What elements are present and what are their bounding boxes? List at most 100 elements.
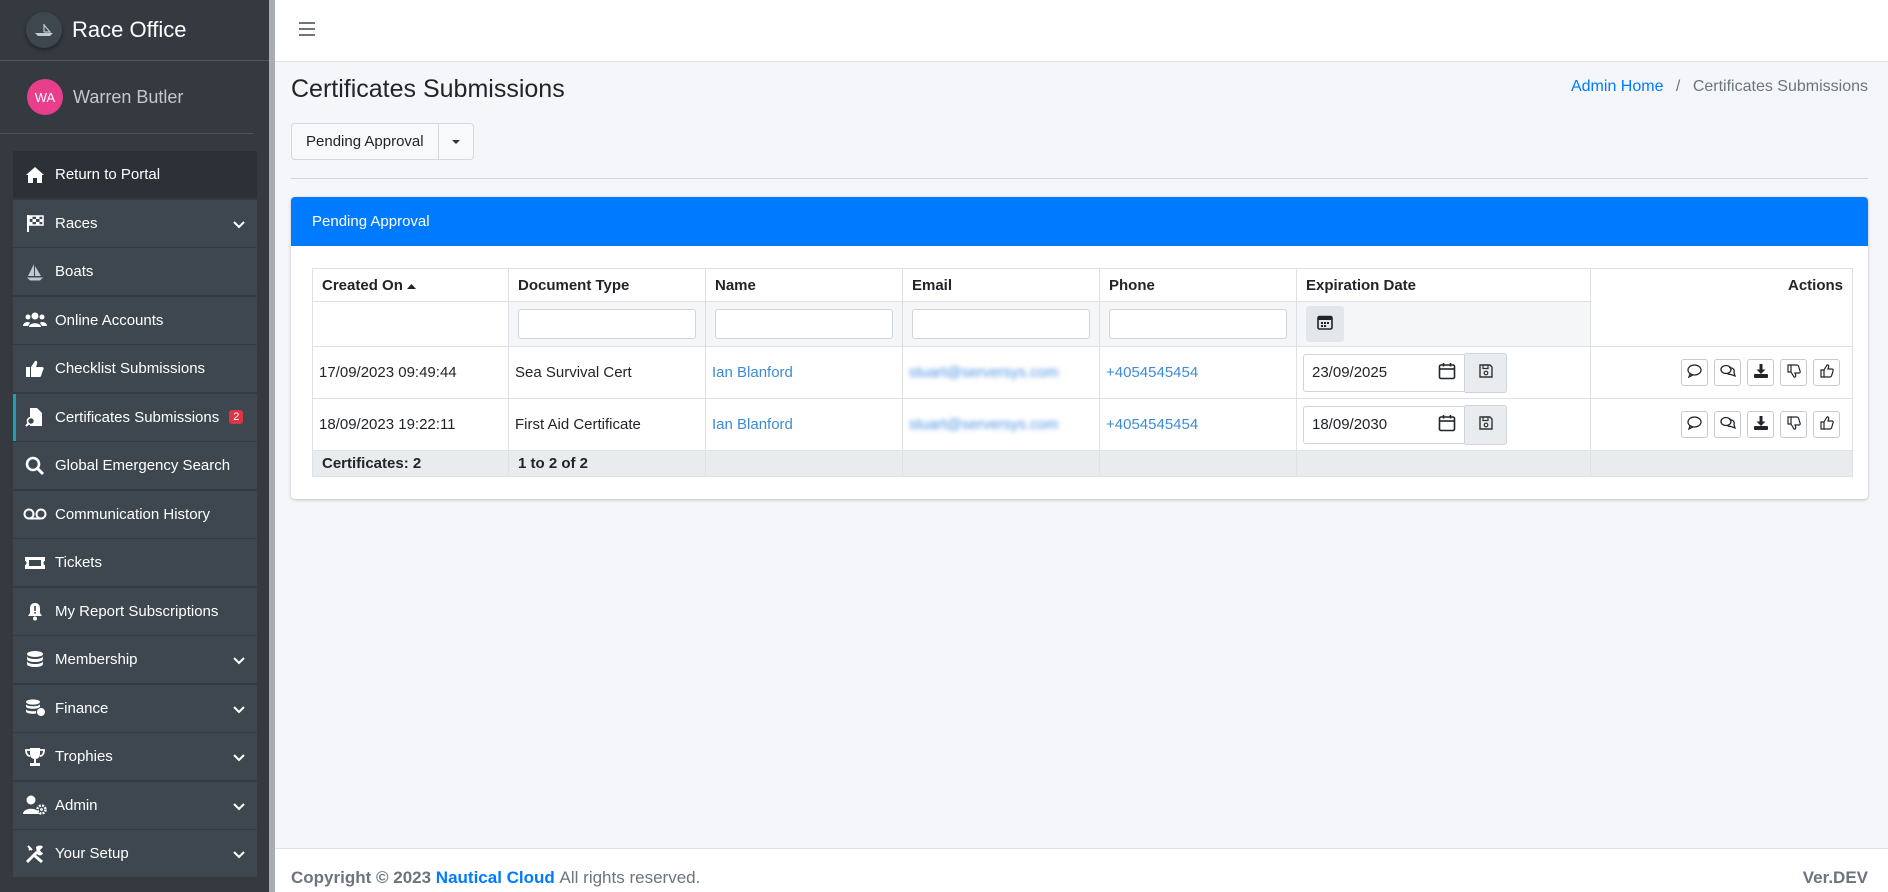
brand[interactable]: Race Office bbox=[0, 0, 269, 61]
sidebar-item-my-report-subscriptions[interactable]: My Report Subscriptions bbox=[13, 587, 257, 635]
sidebar-item-communication-history[interactable]: Communication History bbox=[13, 490, 257, 538]
calendar-icon bbox=[1317, 314, 1333, 334]
user-panel[interactable]: WA Warren Butler bbox=[0, 61, 253, 134]
row-actions bbox=[1597, 411, 1846, 438]
download-icon bbox=[1753, 363, 1768, 382]
sidebar-item-label: Communication History bbox=[55, 505, 211, 523]
reject-button[interactable] bbox=[1780, 411, 1807, 438]
cell-name-link[interactable]: Ian Blanford bbox=[705, 346, 903, 399]
page-title: Certificates Submissions bbox=[291, 75, 565, 103]
chevron-down-icon bbox=[233, 749, 245, 766]
card-header: Pending Approval bbox=[291, 197, 1868, 246]
save-expiration-button[interactable] bbox=[1465, 352, 1507, 393]
approve-button[interactable] bbox=[1813, 411, 1840, 438]
breadcrumb-home-link[interactable]: Admin Home bbox=[1571, 78, 1663, 95]
column-header-document-type[interactable]: Document Type bbox=[508, 268, 706, 302]
comments-button[interactable] bbox=[1714, 359, 1741, 386]
sidebar-item-boats[interactable]: Boats bbox=[13, 248, 257, 295]
sidebar-item-global-emergency-search[interactable]: Global Emergency Search bbox=[13, 442, 257, 489]
expiration-date-value: 23/09/2025 bbox=[1312, 364, 1388, 381]
cell-email-link[interactable]: stuart@serversys.com bbox=[902, 346, 1100, 399]
sidebar-item-label: Admin bbox=[55, 796, 98, 814]
sidebar-item-your-setup[interactable]: Your Setup bbox=[13, 830, 257, 877]
chevron-down-icon bbox=[233, 846, 245, 863]
cell-phone-link[interactable]: +4054545454 bbox=[1099, 398, 1297, 451]
column-header-email[interactable]: Email bbox=[902, 268, 1100, 302]
filter-cell bbox=[1099, 301, 1297, 347]
column-header-phone[interactable]: Phone bbox=[1099, 268, 1297, 302]
expiration-date-input[interactable]: 23/09/2025 bbox=[1303, 353, 1465, 392]
trophy-icon bbox=[23, 745, 47, 769]
cell-expiration: 18/09/2030 bbox=[1296, 398, 1591, 451]
expiration-date-filter-button[interactable] bbox=[1306, 306, 1344, 342]
sidebar-item-checklist-submissions[interactable]: Checklist Submissions bbox=[13, 345, 257, 392]
sidebar-item-label: Races bbox=[55, 214, 98, 232]
home-icon bbox=[23, 163, 47, 187]
cell-created-on: 17/09/2023 09:49:44 bbox=[312, 346, 509, 399]
cell-actions bbox=[1590, 398, 1853, 451]
comment-icon bbox=[1687, 363, 1702, 382]
company-link[interactable]: Nautical Cloud bbox=[436, 868, 555, 887]
cell-document-type: Sea Survival Cert bbox=[508, 346, 706, 399]
status-filter-dropdown: Pending Approval bbox=[291, 123, 474, 160]
copyright: Copyright © 2023 Nautical Cloud All righ… bbox=[291, 868, 700, 888]
sidebar-item-membership[interactable]: Membership bbox=[13, 636, 257, 683]
comment-button[interactable] bbox=[1681, 411, 1708, 438]
cell-actions bbox=[1590, 346, 1853, 399]
save-expiration-button[interactable] bbox=[1465, 404, 1507, 445]
expiration-date-value: 18/09/2030 bbox=[1312, 416, 1388, 433]
cell-email-link[interactable]: stuart@serversys.com bbox=[902, 398, 1100, 451]
cell-phone-link[interactable]: +4054545454 bbox=[1099, 346, 1297, 399]
email-filter-input[interactable] bbox=[912, 309, 1090, 339]
top-navbar bbox=[275, 0, 1888, 62]
phone-filter-input[interactable] bbox=[1109, 309, 1287, 339]
sidebar-item-label: My Report Subscriptions bbox=[55, 602, 219, 620]
document-type-filter-input[interactable] bbox=[518, 309, 696, 339]
column-header-created-on[interactable]: Created On bbox=[312, 268, 509, 302]
avatar: WA bbox=[27, 79, 63, 115]
download-button[interactable] bbox=[1747, 359, 1774, 386]
calendar-icon bbox=[1438, 362, 1456, 384]
users-icon bbox=[23, 308, 47, 332]
filter-cell-empty bbox=[312, 301, 509, 347]
download-button[interactable] bbox=[1747, 411, 1774, 438]
sidebar-item-certificates-submissions[interactable]: Certificates Submissions 2 bbox=[13, 393, 257, 441]
reject-button[interactable] bbox=[1780, 359, 1807, 386]
caret-down-icon[interactable] bbox=[439, 124, 473, 159]
chevron-down-icon bbox=[233, 798, 245, 815]
sidebar-item-return-to-portal[interactable]: Return to Portal bbox=[13, 151, 257, 198]
save-icon bbox=[1478, 415, 1493, 434]
comments-button[interactable] bbox=[1714, 411, 1741, 438]
coins-icon bbox=[23, 648, 47, 672]
column-header-expiration-date[interactable]: Expiration Date bbox=[1296, 268, 1591, 302]
summary-cell bbox=[902, 450, 1100, 477]
page-footer: Copyright © 2023 Nautical Cloud All righ… bbox=[275, 848, 1888, 892]
sidebar-item-tickets[interactable]: Tickets bbox=[13, 539, 257, 586]
certificates-count: Certificates: 2 bbox=[312, 450, 509, 477]
hamburger-menu-icon[interactable] bbox=[299, 20, 317, 38]
table-row[interactable]: 17/09/2023 09:49:44 Sea Survival Cert Ia… bbox=[312, 346, 1853, 399]
table-row[interactable]: 18/09/2023 19:22:11 First Aid Certificat… bbox=[312, 398, 1853, 451]
sidebar-item-trophies[interactable]: Trophies bbox=[13, 733, 257, 780]
sidebar-item-label: Online Accounts bbox=[55, 311, 164, 329]
thumbs-up-icon bbox=[1819, 415, 1834, 434]
expiration-date-input[interactable]: 18/09/2030 bbox=[1303, 405, 1465, 444]
sidebar-item-finance[interactable]: Finance bbox=[13, 684, 257, 732]
thumbs-up-icon bbox=[23, 357, 47, 381]
expiration-date-field: 23/09/2025 bbox=[1303, 352, 1584, 393]
status-filter-button[interactable]: Pending Approval bbox=[292, 124, 439, 159]
comment-button[interactable] bbox=[1681, 359, 1708, 386]
app-title: Race Office bbox=[72, 17, 187, 42]
cell-name-link[interactable]: Ian Blanford bbox=[705, 398, 903, 451]
rights-text: All rights reserved. bbox=[559, 868, 701, 887]
name-filter-input[interactable] bbox=[715, 309, 893, 339]
column-header-name[interactable]: Name bbox=[705, 268, 903, 302]
sidebar-item-admin[interactable]: Admin bbox=[13, 781, 257, 829]
row-actions bbox=[1597, 359, 1846, 386]
calendar-icon bbox=[1438, 414, 1456, 436]
sidebar-item-races[interactable]: Races bbox=[13, 199, 257, 247]
cell-document-type: First Aid Certificate bbox=[508, 398, 706, 451]
user-name: Warren Butler bbox=[73, 86, 184, 107]
approve-button[interactable] bbox=[1813, 359, 1840, 386]
sidebar-item-online-accounts[interactable]: Online Accounts bbox=[13, 296, 257, 344]
